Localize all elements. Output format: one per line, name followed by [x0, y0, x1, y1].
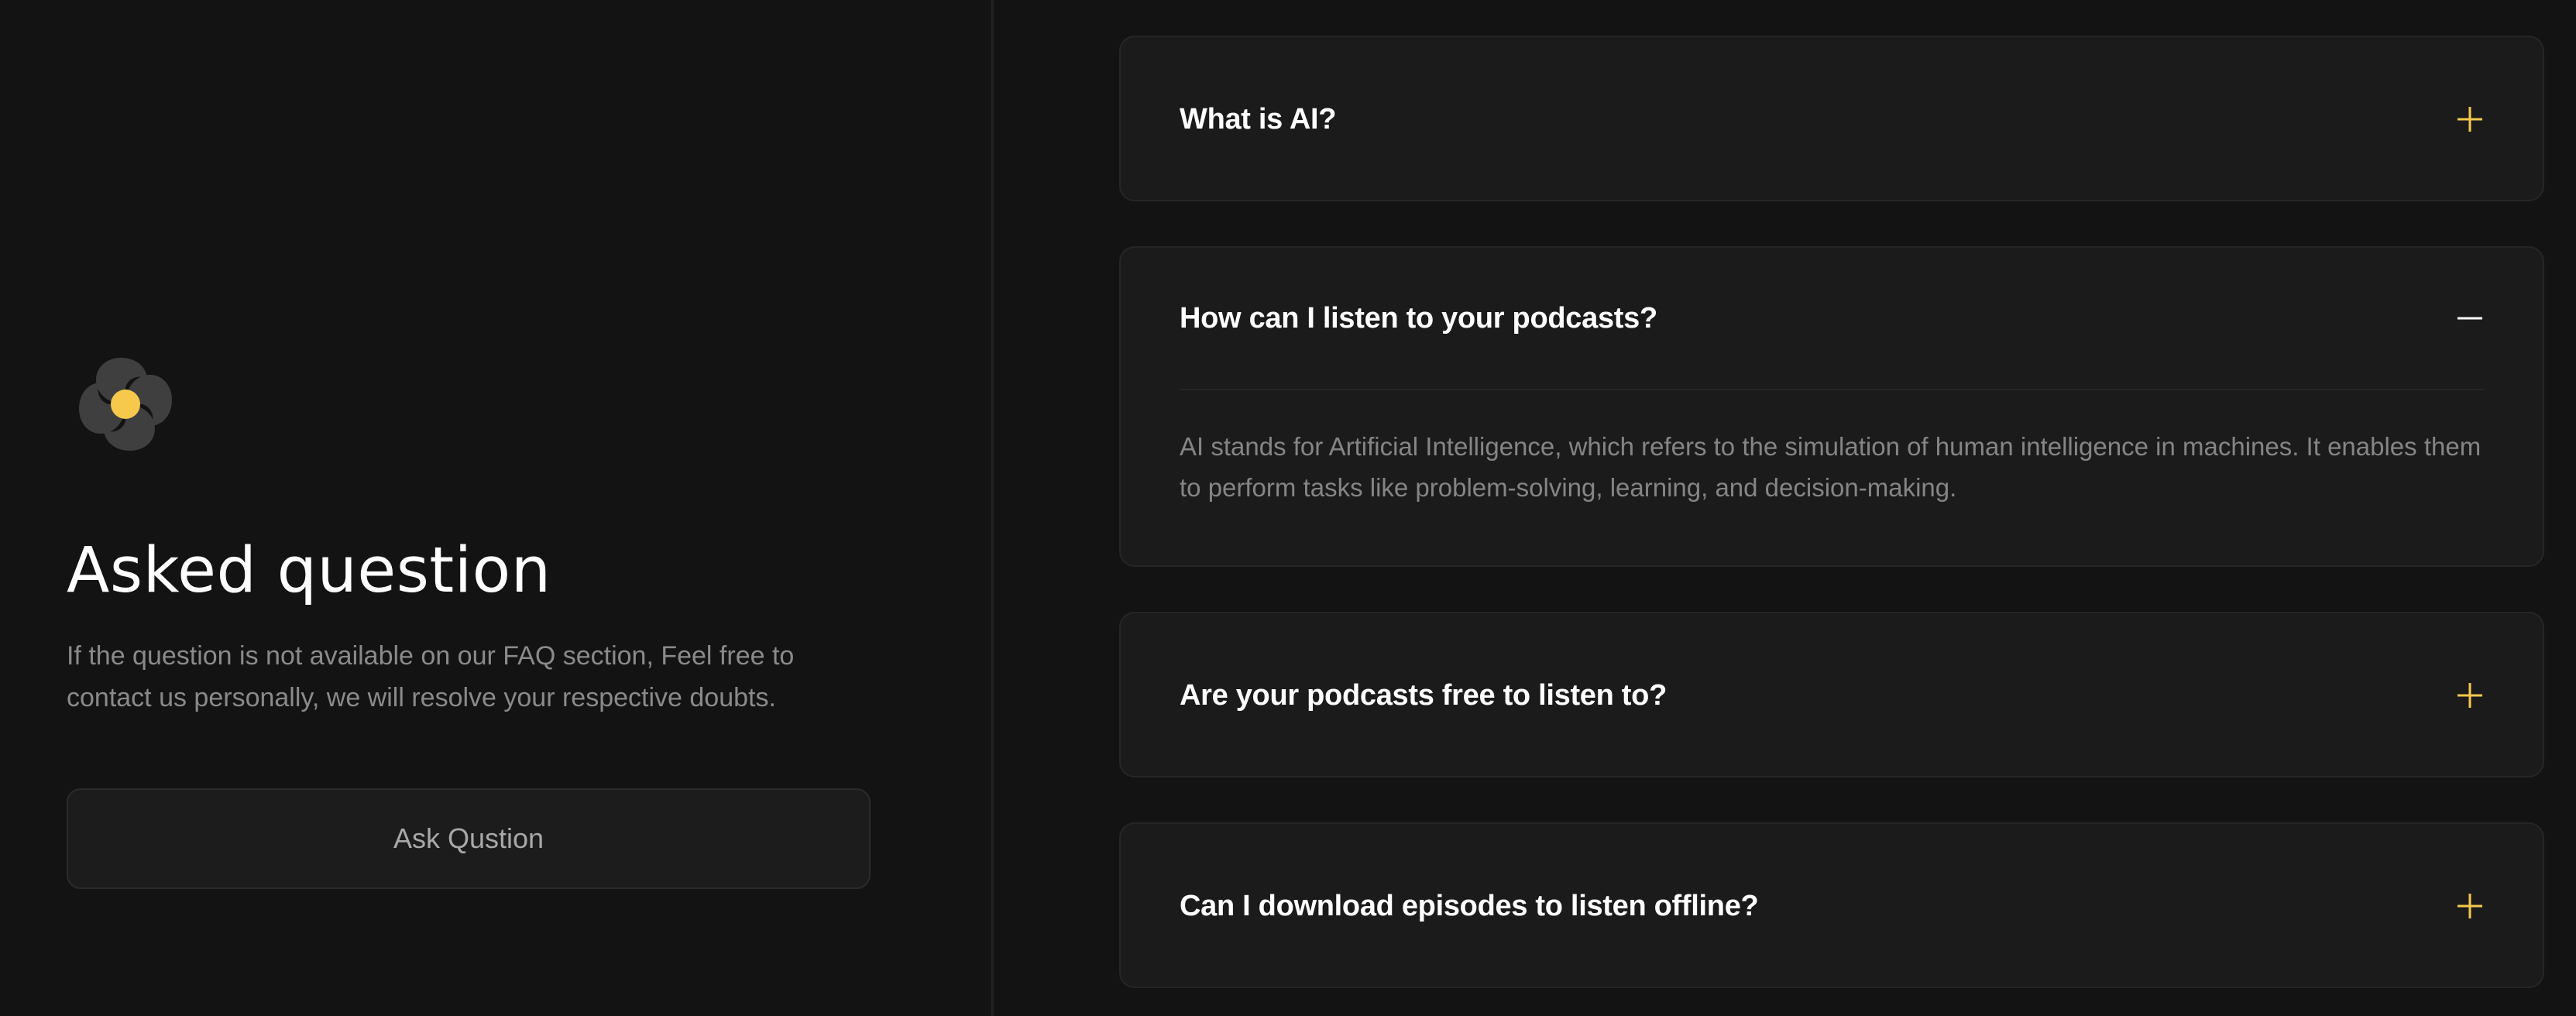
faq-toggle[interactable]: Can I download episodes to listen offlin… — [1121, 824, 2543, 988]
faq-toggle[interactable]: What is AI? — [1121, 37, 2543, 201]
plus-icon[interactable] — [2456, 681, 2484, 709]
faq-question: What is AI? — [1180, 102, 1337, 136]
faq-toggle[interactable]: How can I listen to your podcasts? — [1121, 248, 2543, 389]
faq-item: Are your podcasts free to listen to? — [1119, 612, 2544, 777]
faq-item: Can I download episodes to listen offlin… — [1119, 822, 2544, 988]
faq-question: Are your podcasts free to listen to? — [1180, 678, 1667, 712]
faq-answer: AI stands for Artificial Intelligence, w… — [1180, 432, 2482, 502]
faq-item-expanded: How can I listen to your podcasts? AI st… — [1119, 246, 2544, 567]
logo-icon — [79, 358, 172, 451]
page-subtitle: If the question is not available on our … — [67, 641, 795, 712]
left-panel: Asked question If the question is not av… — [0, 0, 994, 1016]
plus-icon[interactable] — [2456, 892, 2484, 920]
page-title: Asked question — [67, 534, 551, 607]
faq-item: What is AI? — [1119, 36, 2544, 201]
minus-icon[interactable] — [2456, 304, 2484, 332]
ask-question-button[interactable]: Ask Qustion — [67, 788, 871, 889]
faq-question: Can I download episodes to listen offlin… — [1180, 889, 1759, 922]
plus-icon[interactable] — [2456, 105, 2484, 133]
faq-page: Asked question If the question is not av… — [0, 0, 2576, 1016]
faq-toggle[interactable]: Are your podcasts free to listen to? — [1121, 613, 2543, 777]
faq-question: How can I listen to your podcasts? — [1180, 301, 1657, 335]
